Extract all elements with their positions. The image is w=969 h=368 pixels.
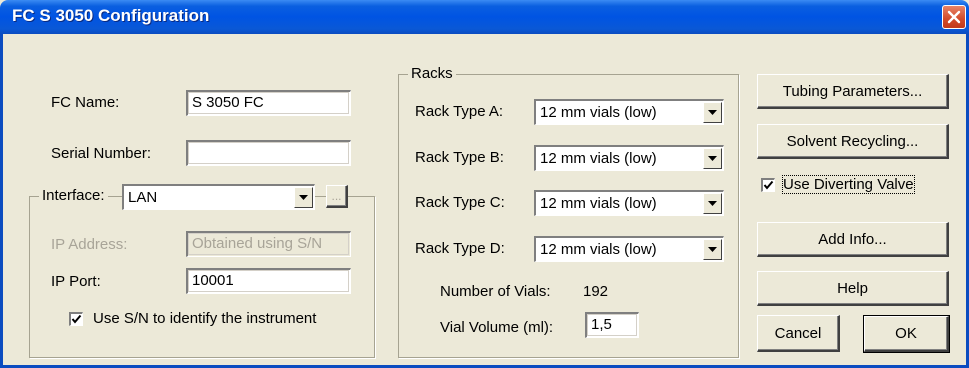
check-icon <box>71 314 82 324</box>
rack-type-b-dropdown-button[interactable] <box>703 148 722 169</box>
ok-button[interactable]: OK <box>863 315 950 353</box>
vial-volume-input[interactable]: 1,5 <box>585 312 639 338</box>
serial-number-input[interactable] <box>186 140 351 166</box>
serial-number-label: Serial Number: <box>51 145 152 162</box>
interface-label: Interface: <box>39 187 108 204</box>
close-button[interactable] <box>942 5 966 29</box>
use-sn-checkbox[interactable] <box>69 312 83 326</box>
diverting-valve-label[interactable]: Use Diverting Valve <box>782 175 915 194</box>
rack-type-a-select[interactable]: 12 mm vials (low) <box>534 99 724 125</box>
check-icon <box>763 180 774 190</box>
chevron-down-icon <box>708 109 717 115</box>
rack-type-d-value: 12 mm vials (low) <box>540 241 657 258</box>
ip-port-label: IP Port: <box>51 273 101 290</box>
racks-legend: Racks <box>408 65 456 82</box>
rack-type-d-select[interactable]: 12 mm vials (low) <box>534 236 724 262</box>
diverting-valve-checkbox[interactable] <box>761 178 775 192</box>
interface-select[interactable]: LAN <box>122 184 315 210</box>
solvent-recycling-button[interactable]: Solvent Recycling... <box>757 124 949 159</box>
config-dialog: FC S 3050 Configuration FC Name: S 3050 … <box>0 0 969 368</box>
cancel-button[interactable]: Cancel <box>757 315 840 352</box>
rack-type-b-value: 12 mm vials (low) <box>540 150 657 167</box>
chevron-down-icon <box>299 194 308 200</box>
interface-browse-button[interactable]: ... <box>326 185 348 208</box>
ip-address-input[interactable]: Obtained using S/N <box>186 231 351 257</box>
use-sn-label[interactable]: Use S/N to identify the instrument <box>93 310 316 327</box>
rack-type-a-value: 12 mm vials (low) <box>540 104 657 121</box>
close-icon <box>947 10 961 24</box>
help-button[interactable]: Help <box>757 271 949 306</box>
rack-type-d-dropdown-button[interactable] <box>703 239 722 260</box>
fc-name-input[interactable]: S 3050 FC <box>186 90 351 116</box>
ip-port-input[interactable]: 10001 <box>186 268 351 294</box>
rack-type-a-label: Rack Type A: <box>415 103 504 120</box>
interface-select-value: LAN <box>128 189 158 206</box>
number-of-vials-value: 192 <box>583 283 609 300</box>
title-bar[interactable]: FC S 3050 Configuration <box>0 0 969 34</box>
rack-type-c-label: Rack Type C: <box>415 194 505 211</box>
rack-type-a-dropdown-button[interactable] <box>703 102 722 123</box>
rack-type-d-label: Rack Type D: <box>415 240 505 257</box>
rack-type-c-select[interactable]: 12 mm vials (low) <box>534 190 724 216</box>
number-of-vials-label: Number of Vials: <box>440 283 551 300</box>
rack-type-b-select[interactable]: 12 mm vials (low) <box>534 145 724 171</box>
vial-volume-label: Vial Volume (ml): <box>440 319 554 336</box>
window-title: FC S 3050 Configuration <box>12 6 210 25</box>
rack-type-b-label: Rack Type B: <box>415 149 504 166</box>
tubing-parameters-button[interactable]: Tubing Parameters... <box>757 74 949 109</box>
rack-type-c-dropdown-button[interactable] <box>703 193 722 214</box>
chevron-down-icon <box>708 200 717 206</box>
add-info-button[interactable]: Add Info... <box>757 222 949 257</box>
rack-type-c-value: 12 mm vials (low) <box>540 195 657 212</box>
interface-dropdown-button[interactable] <box>294 187 313 208</box>
chevron-down-icon <box>708 155 717 161</box>
dialog-body: FC Name: S 3050 FC Serial Number: Interf… <box>3 34 966 365</box>
chevron-down-icon <box>708 246 717 252</box>
ip-address-label: IP Address: <box>51 236 128 253</box>
fc-name-label: FC Name: <box>51 94 120 111</box>
